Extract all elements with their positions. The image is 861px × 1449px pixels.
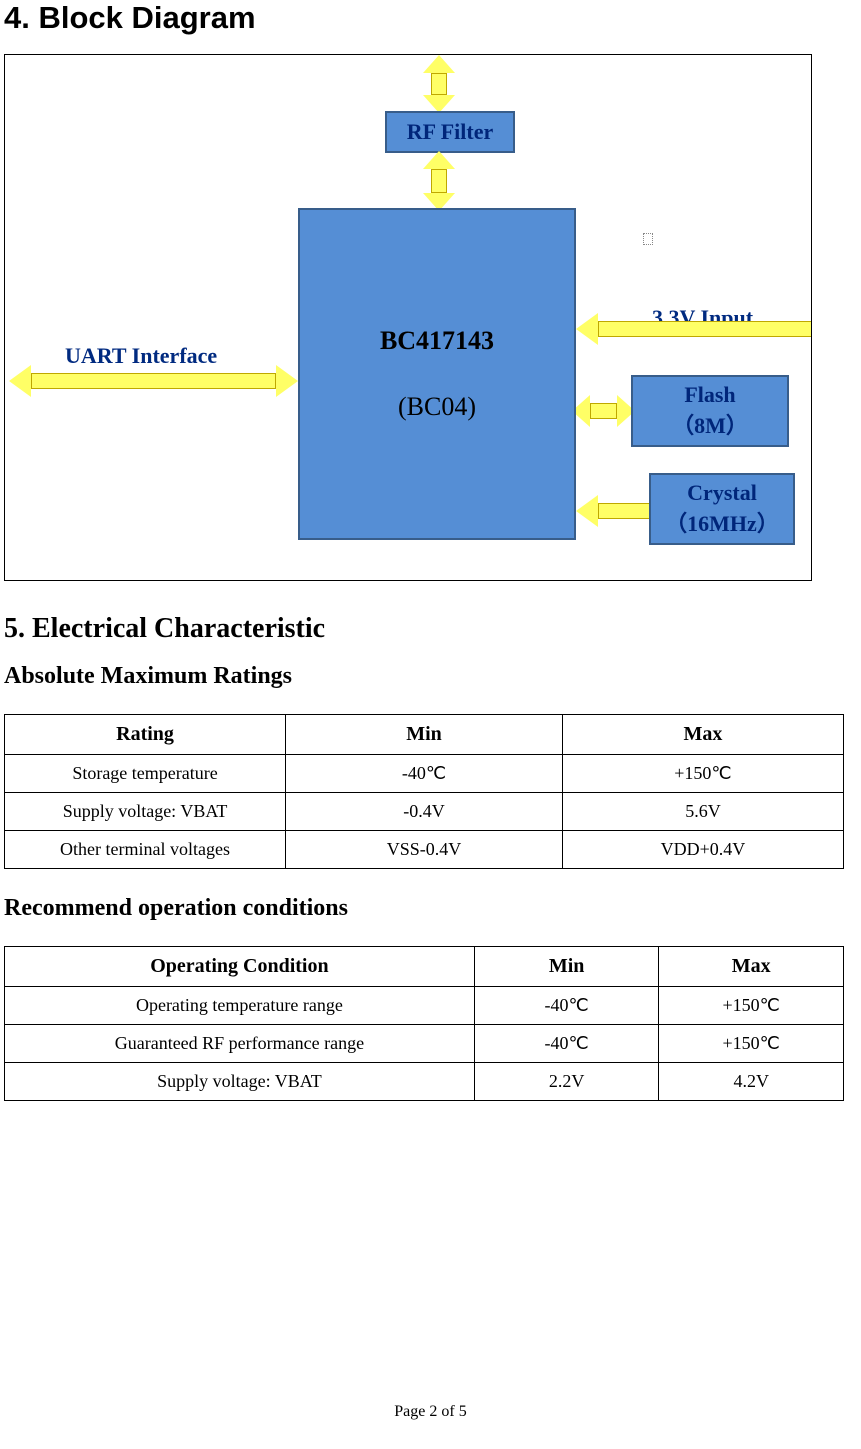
cell: 4.2V bbox=[659, 1063, 844, 1101]
cell: 5.6V bbox=[562, 793, 843, 831]
block-chip: BC417143 (BC04) bbox=[298, 208, 576, 540]
rec-op-hdr-2: Max bbox=[659, 947, 844, 987]
chip-label-1: BC417143 bbox=[380, 323, 494, 359]
cell: Supply voltage: VBAT bbox=[5, 1063, 475, 1101]
chip-label-2: (BC04) bbox=[398, 389, 476, 425]
flash-label-1: Flash bbox=[684, 380, 735, 411]
abs-max-hdr-0: Rating bbox=[5, 715, 286, 755]
rf-filter-label: RF Filter bbox=[407, 117, 494, 148]
rec-op-hdr-1: Min bbox=[474, 947, 659, 987]
arrow-3v3 bbox=[576, 313, 812, 345]
cell: Operating temperature range bbox=[5, 987, 475, 1025]
stray-mark bbox=[643, 233, 653, 245]
heading-block-diagram: 4. Block Diagram bbox=[4, 0, 847, 36]
crystal-label-2: （16MHz） bbox=[665, 509, 779, 540]
heading-abs-max: Absolute Maximum Ratings bbox=[4, 663, 847, 690]
heading-electrical: 5. Electrical Characteristic bbox=[4, 613, 847, 645]
abs-max-hdr-1: Min bbox=[286, 715, 563, 755]
block-crystal: Crystal （16MHz） bbox=[649, 473, 795, 545]
arrow-flash bbox=[572, 395, 635, 427]
crystal-label-1: Crystal bbox=[687, 478, 757, 509]
cell: +150℃ bbox=[659, 1025, 844, 1063]
cell: VDD+0.4V bbox=[562, 831, 843, 869]
table-row: Supply voltage: VBAT 2.2V 4.2V bbox=[5, 1063, 844, 1101]
abs-max-hdr-2: Max bbox=[562, 715, 843, 755]
flash-label-2: （8M） bbox=[672, 411, 748, 442]
arrow-rf-antenna bbox=[423, 55, 455, 113]
table-rec-op: Operating Condition Min Max Operating te… bbox=[4, 946, 844, 1101]
cell: Other terminal voltages bbox=[5, 831, 286, 869]
table-abs-max: Rating Min Max Storage temperature -40℃ … bbox=[4, 714, 844, 869]
cell: +150℃ bbox=[562, 755, 843, 793]
arrow-crystal bbox=[576, 495, 651, 527]
cell: -0.4V bbox=[286, 793, 563, 831]
cell: Guaranteed RF performance range bbox=[5, 1025, 475, 1063]
cell: -40℃ bbox=[474, 987, 659, 1025]
cell: -40℃ bbox=[474, 1025, 659, 1063]
cell: -40℃ bbox=[286, 755, 563, 793]
cell: +150℃ bbox=[659, 987, 844, 1025]
cell: Supply voltage: VBAT bbox=[5, 793, 286, 831]
page-footer: Page 2 of 5 bbox=[0, 1403, 861, 1421]
cell: 2.2V bbox=[474, 1063, 659, 1101]
block-diagram: RF Filter UART Interface 3.3V Input Flas… bbox=[4, 54, 812, 581]
arrow-uart bbox=[9, 365, 298, 397]
block-rf-filter: RF Filter bbox=[385, 111, 515, 153]
cell: VSS-0.4V bbox=[286, 831, 563, 869]
table-row: Supply voltage: VBAT -0.4V 5.6V bbox=[5, 793, 844, 831]
arrow-chip-rf bbox=[423, 151, 455, 211]
cell: Storage temperature bbox=[5, 755, 286, 793]
heading-rec-op: Recommend operation conditions bbox=[4, 895, 847, 922]
rec-op-hdr-0: Operating Condition bbox=[5, 947, 475, 987]
block-flash: Flash （8M） bbox=[631, 375, 789, 447]
table-row: Other terminal voltages VSS-0.4V VDD+0.4… bbox=[5, 831, 844, 869]
table-row: Guaranteed RF performance range -40℃ +15… bbox=[5, 1025, 844, 1063]
table-row: Operating temperature range -40℃ +150℃ bbox=[5, 987, 844, 1025]
table-row: Storage temperature -40℃ +150℃ bbox=[5, 755, 844, 793]
